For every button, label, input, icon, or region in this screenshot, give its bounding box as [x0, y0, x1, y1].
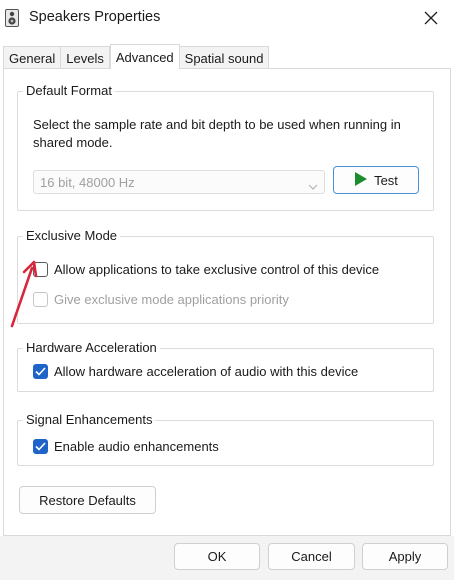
checkmark-icon: [35, 442, 46, 451]
title-bar: Speakers Properties: [0, 0, 454, 36]
format-select[interactable]: 16 bit, 48000 Hz: [33, 170, 325, 194]
exclusive-priority-label: Give exclusive mode applications priorit…: [54, 292, 289, 307]
allow-exclusive-label: Allow applications to take exclusive con…: [54, 262, 380, 277]
hardware-acceleration-group: Hardware Acceleration Allow hardware acc…: [17, 340, 434, 392]
allow-exclusive-row[interactable]: Allow applications to take exclusive con…: [33, 262, 379, 277]
cancel-button[interactable]: Cancel: [268, 543, 355, 570]
hardware-acceleration-legend: Hardware Acceleration: [23, 340, 160, 356]
enable-enhancements-checkbox[interactable]: [33, 439, 48, 454]
tab-general[interactable]: General: [3, 46, 62, 69]
apply-button[interactable]: Apply: [362, 543, 448, 570]
exclusive-priority-row: Give exclusive mode applications priorit…: [33, 292, 289, 307]
allow-hw-label: Allow hardware acceleration of audio wit…: [54, 364, 359, 379]
enable-enhancements-row[interactable]: Enable audio enhancements: [33, 439, 219, 454]
test-button[interactable]: Test: [333, 166, 419, 194]
allow-hw-checkbox[interactable]: [33, 364, 48, 379]
default-format-legend: Default Format: [23, 83, 115, 99]
dialog-footer: OK Cancel Apply: [0, 536, 454, 580]
tab-strip: General Levels Advanced Spatial sound: [3, 44, 270, 69]
allow-hw-row[interactable]: Allow hardware acceleration of audio wit…: [33, 364, 358, 379]
default-format-group: Default Format Select the sample rate an…: [17, 83, 434, 211]
window-title: Speakers Properties: [29, 9, 161, 25]
exclusive-mode-legend: Exclusive Mode: [23, 228, 121, 244]
tab-advanced[interactable]: Advanced: [109, 44, 180, 69]
signal-enhancements-legend: Signal Enhancements: [23, 412, 156, 428]
checkmark-icon: [35, 367, 46, 376]
exclusive-priority-checkbox: [33, 292, 48, 307]
signal-enhancements-group: Signal Enhancements Enable audio enhance…: [17, 412, 434, 466]
advanced-tab-panel: Default Format Select the sample rate an…: [3, 68, 451, 536]
restore-defaults-button[interactable]: Restore Defaults: [19, 486, 156, 514]
speaker-icon: [5, 9, 19, 27]
play-icon: [354, 171, 368, 189]
format-select-value: 16 bit, 48000 Hz: [40, 174, 135, 190]
exclusive-mode-group: Exclusive Mode Allow applications to tak…: [17, 228, 434, 324]
tab-levels[interactable]: Levels: [61, 46, 110, 69]
default-format-description: Select the sample rate and bit depth to …: [33, 117, 401, 150]
enable-enhancements-label: Enable audio enhancements: [54, 439, 219, 454]
chevron-down-icon: [308, 178, 318, 193]
allow-exclusive-checkbox[interactable]: [33, 262, 48, 277]
tab-spatial-sound[interactable]: Spatial sound: [179, 46, 270, 69]
close-icon: [424, 11, 438, 25]
close-button[interactable]: [418, 6, 444, 30]
ok-button[interactable]: OK: [174, 543, 260, 570]
test-button-label: Test: [374, 172, 398, 188]
